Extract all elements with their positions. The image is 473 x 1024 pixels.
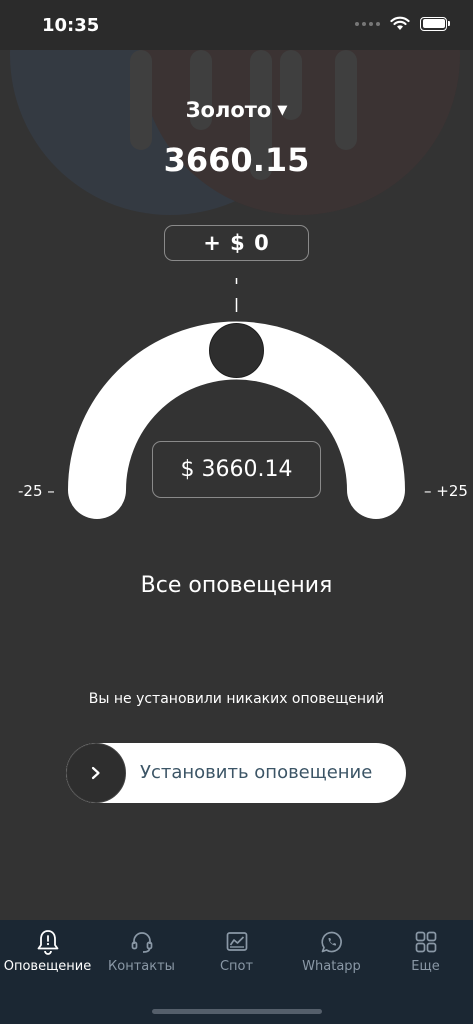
tab-label: Оповещение (3, 959, 92, 974)
status-time: 10:35 (42, 15, 100, 36)
range-max-label: – +25 (424, 482, 468, 500)
bell-icon (37, 930, 58, 955)
wifi-icon (390, 16, 410, 30)
gauge-knob[interactable] (209, 323, 264, 378)
asset-name: Золото (185, 98, 272, 122)
slide-knob[interactable] (66, 743, 126, 803)
target-price-display: $ 3660.14 (152, 441, 321, 498)
signal-icon (355, 21, 380, 26)
alerts-empty-text: Вы не установили никаких оповещений (88, 691, 385, 707)
background-decoration (10, 50, 460, 215)
tab-contacts[interactable]: Контакты (94, 928, 189, 974)
asset-selector[interactable]: Золото ▼ (0, 98, 473, 122)
status-bar: 10:35 (0, 0, 473, 50)
set-alert-label: Установить оповещение (140, 762, 373, 783)
range-min-label: -25 – (18, 482, 55, 500)
status-icons (355, 16, 450, 31)
home-indicator (152, 1009, 322, 1014)
tab-label: Спот (219, 959, 254, 974)
grid-icon (415, 931, 436, 953)
battery-icon (420, 16, 450, 31)
chart-icon (226, 932, 247, 951)
tab-whatsapp[interactable]: Whatapp (284, 928, 379, 974)
chevron-right-icon (91, 766, 100, 780)
headset-icon (131, 932, 152, 953)
whatsapp-icon (320, 931, 342, 953)
tab-label: Еще (411, 959, 440, 974)
alerts-title: Все оповещения (140, 573, 333, 598)
asset-price: 3660.15 (163, 141, 310, 179)
tab-spot[interactable]: Спот (189, 928, 284, 974)
tab-bar: Оповещение Контакты Спот Whatapp Еще (0, 920, 473, 1024)
offset-display: + $ 0 (164, 225, 309, 261)
tab-label: Контакты (108, 959, 175, 974)
set-alert-slider[interactable]: Установить оповещение (66, 743, 406, 803)
price-gauge[interactable] (0, 270, 473, 540)
tab-more[interactable]: Еще (378, 928, 473, 974)
tab-alerts[interactable]: Оповещение (0, 928, 95, 974)
caret-down-icon: ▼ (277, 103, 288, 118)
tab-label: Whatapp (302, 959, 361, 974)
